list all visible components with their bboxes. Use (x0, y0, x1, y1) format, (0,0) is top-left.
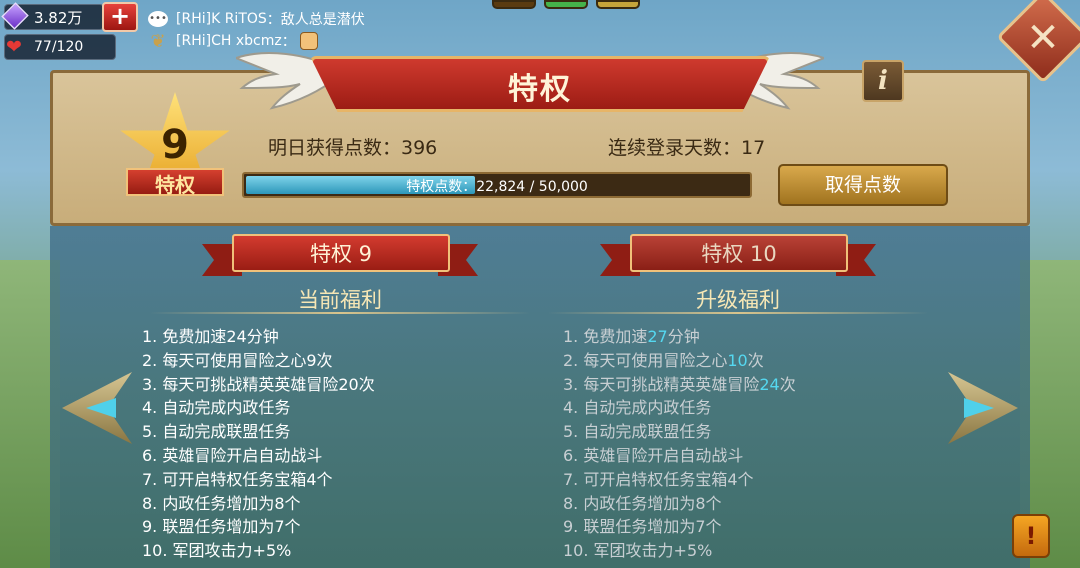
item-text: 6. 英雄冒险开启自动战斗 (563, 445, 744, 465)
item-text: 1. 免费加速 (563, 327, 648, 346)
info-button[interactable]: i (862, 60, 904, 102)
heart-icon: ❤ (6, 36, 22, 58)
gems-counter: 3.82万 + (0, 2, 138, 32)
stamina-counter: ❤ 77/120 (0, 34, 120, 62)
get-points-button[interactable]: 取得点数 (778, 164, 948, 206)
alert-shield-button[interactable]: ! (1012, 514, 1050, 558)
list-item: 9. 联盟任务增加为7个 (563, 516, 796, 540)
list-item: 1. 免费加速27分钟 (563, 326, 796, 350)
item-highlight: 24 (759, 374, 780, 394)
vip-badge-label: 特权 (155, 173, 195, 197)
stamina-value: 77/120 (34, 39, 84, 55)
chat-line: ••• [RHi]K RiTOS ：敌人总是潜伏 (146, 8, 365, 30)
list-item: 4. 自动完成内政任务 (563, 397, 796, 421)
list-item: 3. 每天可挑战精英英雄冒险20次 (142, 374, 375, 394)
item-text: 3. 每天可挑战精英英雄冒险 (563, 374, 760, 394)
list-item: 7. 可开启特权任务宝箱4个 (563, 469, 796, 493)
current-benefits-title: 当前福利 (298, 288, 382, 312)
tab-indicator[interactable] (596, 0, 640, 9)
tab-indicator[interactable] (544, 0, 588, 9)
points-progress-label: 特权点数：22,824 / 50,000 (406, 179, 588, 195)
chat-user: [RHi]CH xbcmz (176, 33, 282, 49)
top-tabs (492, 0, 640, 9)
chat-bubble-icon: ••• (146, 10, 170, 28)
list-item: 2. 每天可使用冒险之心9次 (142, 350, 333, 370)
upgrade-benefits-title: 升级福利 (696, 288, 780, 312)
item-text: 5. 自动完成联盟任务 (563, 422, 712, 442)
list-item: 7. 可开启特权任务宝箱4个 (142, 469, 333, 489)
item-text: 10. 军团攻击力+5% (563, 541, 713, 561)
item-highlight: 27 (647, 327, 668, 346)
upgrade-benefits-list: 1. 免费加速27分钟 2. 每天可使用冒险之心10次 3. 每天可挑战精英英雄… (563, 326, 796, 564)
buy-gems-button[interactable]: + (102, 2, 138, 32)
vip-level: 9 (161, 122, 189, 168)
item-text: 4. 自动完成内政任务 (563, 398, 712, 418)
divider (150, 312, 530, 314)
list-item: 8. 内政任务增加为8个 (142, 493, 301, 513)
item-text: 2. 每天可使用冒险之心 (563, 350, 728, 370)
list-item: 6. 英雄冒险开启自动战斗 (563, 445, 796, 469)
chat-preview[interactable]: ••• [RHi]K RiTOS ：敌人总是潜伏 ❦ [RHi]CH xbcmz… (146, 8, 365, 52)
tomorrow-points: 明日获得点数：396 (268, 137, 438, 159)
item-highlight: 10 (727, 350, 748, 370)
login-days: 连续登录天数：17 (608, 137, 766, 159)
item-text: 分钟 (667, 327, 700, 346)
list-item: 1. 免费加速24分钟 (142, 327, 279, 346)
list-item: 6. 英雄冒险开启自动战斗 (142, 445, 323, 465)
tab-indicator[interactable] (492, 0, 536, 9)
chat-message: ：敌人总是潜伏 (266, 12, 365, 28)
list-item: 2. 每天可使用冒险之心10次 (563, 350, 796, 374)
gems-value: 3.82万 (34, 9, 83, 27)
divider (548, 312, 928, 314)
list-item: 3. 每天可挑战精英英雄冒险24次 (563, 374, 796, 398)
close-icon[interactable]: ✕ (1021, 16, 1065, 60)
item-text: 次 (779, 374, 796, 394)
item-text: 7. 可开启特权任务宝箱4个 (563, 469, 754, 489)
page-title: 特权 (508, 72, 572, 107)
list-item: 10. 军团攻击力+5% (142, 541, 292, 561)
list-item: 10. 军团攻击力+5% (563, 540, 796, 564)
list-item: 9. 联盟任务增加为7个 (142, 517, 301, 537)
current-benefits-list: 1. 免费加速24分钟 2. 每天可使用冒险之心9次 3. 每天可挑战精英英雄冒… (142, 326, 375, 564)
current-vip-label: 特权 9 (309, 242, 373, 266)
item-text: 9. 联盟任务增加为7个 (563, 517, 722, 537)
item-text: 8. 内政任务增加为8个 (563, 493, 722, 513)
chat-user: [RHi]K RiTOS (176, 11, 267, 27)
item-text: 次 (747, 350, 764, 370)
list-item: 5. 自动完成联盟任务 (563, 421, 796, 445)
list-item: 8. 内政任务增加为8个 (563, 493, 796, 517)
list-item: 4. 自动完成内政任务 (142, 398, 291, 418)
next-vip-label: 特权 10 (701, 242, 777, 266)
list-item: 5. 自动完成联盟任务 (142, 422, 291, 442)
guild-badge-icon: ❦ (150, 30, 166, 52)
